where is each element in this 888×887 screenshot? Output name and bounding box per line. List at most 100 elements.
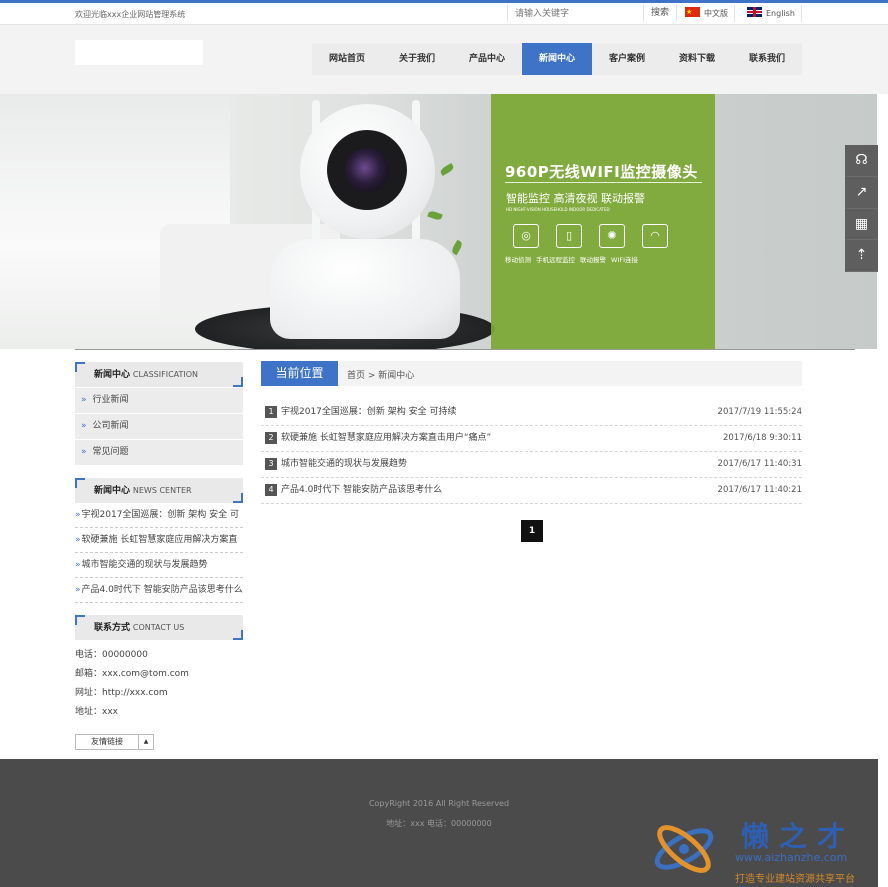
sidebar-item-label: 公司新闻 (92, 421, 129, 431)
footer-copyright: CopyRight 2016 All Right Reserved (368, 799, 510, 808)
banner-title: 960P无线WIFI监控摄像头 (505, 163, 698, 181)
leaf-icon (427, 209, 443, 222)
section-title-en: NEWS CENTER (132, 486, 192, 495)
watermark-text: 懒之才 (741, 820, 856, 853)
news-item-label: 城市智能交通的现状与发展趋势 (81, 560, 208, 570)
rocket-icon[interactable]: ⇡ (845, 240, 878, 272)
lang-en-label: English (766, 9, 795, 18)
breadcrumb-path[interactable]: 首页 > 新闻中心 (347, 361, 414, 391)
section-title: 新闻中心 (94, 486, 131, 496)
article-date: 2017/6/18 9:30:11 (722, 433, 802, 443)
lang-cn-link[interactable]: 中文版 (677, 5, 735, 22)
contact-email: 邮箱：xxx.com@tom.com (75, 669, 189, 679)
article-date: 2017/7/19 11:55:24 (717, 407, 802, 417)
lang-en-link[interactable]: English (735, 5, 802, 22)
nav-item-news[interactable]: 新闻中心 (522, 43, 592, 75)
share-icon[interactable]: ↗ (845, 177, 878, 209)
watermark: 懒之才 www.aizhanzhe.com 打造专业建站资源共享平台 (648, 815, 888, 887)
sidebar: 新闻中心 CLASSIFICATION » 行业新闻 » 公司新闻 » 常见问题 新闻… (75, 362, 243, 722)
sidebar-news-item[interactable]: »宇视2017全国巡展：创新 架构 安全 可 (75, 503, 243, 528)
section-title: 联系方式 (94, 623, 131, 633)
feature-label: 移动侦测 (505, 256, 531, 264)
article-list: 1 宇视2017全国巡展：创新 架构 安全 可持续 2017/7/19 11:5… (261, 400, 802, 504)
wifi-icon: ◠ (642, 224, 668, 248)
article-title[interactable]: 产品4.0时代下 智能安防产品该思考什么 (281, 478, 442, 503)
qrcode-icon[interactable]: ▦ (845, 209, 878, 241)
triangle-up-icon: ▲ (138, 735, 153, 749)
camera-body (270, 239, 460, 339)
double-arrow-icon: » (81, 447, 87, 457)
motion-detect-icon: ◎ (513, 224, 539, 248)
watermark-slogan: 打造专业建站资源共享平台 (735, 874, 855, 885)
contact-phone: 电话：00000000 (75, 650, 148, 660)
feature-label: 手机远程监控 (536, 256, 575, 264)
lang-cn-label: 中文版 (704, 9, 728, 18)
logo[interactable] (75, 40, 203, 65)
nav-item-about[interactable]: 关于我们 (382, 43, 452, 75)
watermark-logo-icon (654, 825, 714, 873)
main-nav: 网站首页 关于我们 产品中心 新闻中心 客户案例 资料下载 联系我们 (312, 43, 802, 75)
leaf-icon (450, 239, 464, 256)
article-date: 2017/6/17 11:40:31 (717, 459, 802, 469)
banner-divider-line (75, 349, 855, 350)
page-button-current[interactable]: 1 (521, 520, 543, 542)
sidebar-item-label: 常见问题 (92, 447, 129, 457)
top-bar: 欢迎光临xxx企业网站管理系统 搜索 中文版 English (0, 3, 888, 25)
article-title[interactable]: 软硬兼施 长虹智慧家庭应用解决方案直击用户“痛点” (281, 426, 491, 451)
phone-monitor-icon: ▯ (556, 224, 582, 248)
search-input[interactable] (507, 5, 643, 22)
sidebar-news-item[interactable]: »产品4.0时代下 智能安防产品该思考什么 (75, 578, 243, 603)
nav-item-cases[interactable]: 客户案例 (592, 43, 662, 75)
sidebar-item-company-news[interactable]: » 公司新闻 (75, 414, 243, 439)
nav-item-downloads[interactable]: 资料下载 (662, 43, 732, 75)
banner-feature-icons: ◎ ▯ ✺ ◠ (513, 224, 668, 248)
news-item-label: 产品4.0时代下 智能安防产品该思考什么 (81, 585, 243, 595)
banner-feature-labels: 移动侦测 手机远程监控 联动报警 WIFI连接 (505, 254, 638, 264)
article-title[interactable]: 城市智能交通的现状与发展趋势 (281, 452, 407, 477)
breadcrumb: 当前位置 首页 > 新闻中心 (261, 361, 802, 386)
row-number: 3 (265, 458, 277, 470)
section-title-en: CONTACT US (132, 623, 185, 632)
double-arrow-icon: » (75, 535, 81, 545)
nav-item-contact[interactable]: 联系我们 (732, 43, 802, 75)
banner: 960P无线WIFI监控摄像头 智能监控 高清夜视 联动报警 HD NIGHT-… (0, 94, 877, 349)
sidebar-item-faq[interactable]: » 常见问题 (75, 440, 243, 465)
nav-item-home[interactable]: 网站首页 (312, 43, 382, 75)
banner-text-panel: 960P无线WIFI监控摄像头 智能监控 高清夜视 联动报警 HD NIGHT-… (491, 94, 715, 349)
double-arrow-icon: » (81, 395, 87, 405)
row-number: 4 (265, 484, 277, 496)
breadcrumb-title: 当前位置 (261, 361, 338, 386)
china-flag-icon (685, 7, 700, 17)
corner-decoration (233, 630, 243, 640)
double-arrow-icon: » (75, 585, 81, 595)
news-item-label: 宇视2017全国巡展：创新 架构 安全 可 (81, 510, 240, 520)
uk-flag-icon (747, 7, 762, 17)
article-title[interactable]: 宇视2017全国巡展：创新 架构 安全 可持续 (281, 400, 457, 425)
corner-decoration (75, 362, 85, 372)
nav-item-products[interactable]: 产品中心 (452, 43, 522, 75)
contact-website: 网址：http://xxx.com (75, 688, 168, 698)
feature-label: 联动报警 (580, 256, 606, 264)
header: 网站首页 关于我们 产品中心 新闻中心 客户案例 资料下载 联系我们 (0, 25, 888, 94)
leaf-icon (439, 162, 455, 177)
table-row[interactable]: 2 软硬兼施 长虹智慧家庭应用解决方案直击用户“痛点” 2017/6/18 9:… (261, 426, 802, 452)
article-date: 2017/6/17 11:40:21 (717, 485, 802, 495)
feature-label: WIFI连接 (611, 256, 638, 264)
camera-lens (345, 148, 389, 192)
sidebar-news-item[interactable]: »软硬兼施 长虹智慧家庭应用解决方案直 (75, 528, 243, 553)
table-row[interactable]: 4 产品4.0时代下 智能安防产品该思考什么 2017/6/17 11:40:2… (261, 478, 802, 504)
row-number: 2 (265, 432, 277, 444)
sidebar-item-label: 行业新闻 (92, 395, 129, 405)
welcome-text: 欢迎光临xxx企业网站管理系统 (75, 10, 186, 19)
headset-icon[interactable]: ☊ (845, 145, 878, 177)
sidebar-item-industry-news[interactable]: » 行业新闻 (75, 388, 243, 413)
friend-links-select[interactable]: 友情链接 ▲ (75, 734, 154, 750)
table-row[interactable]: 1 宇视2017全国巡展：创新 架构 安全 可持续 2017/7/19 11:5… (261, 400, 802, 426)
sidebar-news-item[interactable]: »城市智能交通的现状与发展趋势 (75, 553, 243, 578)
corner-decoration (233, 377, 243, 387)
double-arrow-icon: » (81, 421, 87, 431)
sidebar-head-contact: 联系方式 CONTACT US (75, 615, 243, 640)
search-button[interactable]: 搜索 (643, 5, 677, 22)
contact-address: 地址：xxx (75, 707, 118, 717)
table-row[interactable]: 3 城市智能交通的现状与发展趋势 2017/6/17 11:40:31 (261, 452, 802, 478)
